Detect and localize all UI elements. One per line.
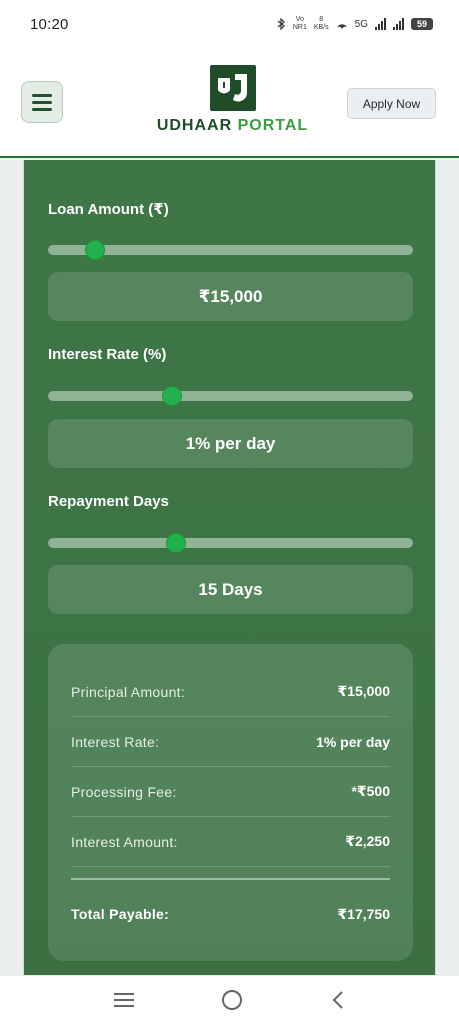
slider-thumb[interactable] <box>165 533 186 553</box>
bluetooth-icon <box>277 18 285 30</box>
hamburger-icon-bar <box>32 100 52 104</box>
summary-value: ₹15,000 <box>337 683 390 699</box>
signal-icon-2 <box>393 18 404 30</box>
logo-word-portal: PORTAL <box>237 117 309 134</box>
loan-amount-slider[interactable] <box>48 240 413 260</box>
status-bar: 10:20 Vo NR1 8 KB/s 5G 59 <box>0 0 459 48</box>
volte-indicator: Vo NR1 <box>292 16 307 31</box>
loan-calculator-panel: Loan Amount (₹) ₹15,000 Interest Rate (%… <box>23 160 436 975</box>
summary-label: Processing Fee: <box>71 783 177 800</box>
menu-button[interactable] <box>21 81 63 123</box>
repayment-days-label: Repayment Days <box>48 493 169 510</box>
logo-mark-icon <box>209 65 256 111</box>
interest-rate-label: Interest Rate (%) <box>48 346 167 363</box>
logo-word-udhaar: UDHAAR <box>156 117 233 134</box>
loan-amount-label: Loan Amount (₹) <box>48 201 169 218</box>
recent-apps-icon[interactable] <box>114 993 135 1007</box>
status-icons: Vo NR1 8 KB/s 5G 59 <box>277 16 433 32</box>
interest-rate-slider[interactable] <box>48 386 413 406</box>
summary-row-principal: Principal Amount: ₹15,000 <box>71 667 390 717</box>
home-icon[interactable] <box>222 990 243 1010</box>
total-label: Total Payable: <box>71 906 170 922</box>
back-icon[interactable] <box>331 990 345 1010</box>
summary-label: Interest Rate: <box>71 733 160 750</box>
signal-icon-1 <box>375 18 386 30</box>
summary-row-total: Total Payable: ₹17,750 <box>71 889 390 939</box>
summary-label: Principal Amount: <box>71 683 186 700</box>
hamburger-icon-bar <box>32 107 52 111</box>
summary-value: 1% per day <box>316 733 390 750</box>
loan-summary-card: Principal Amount: ₹15,000 Interest Rate:… <box>48 644 413 961</box>
logo[interactable]: UDHAAR PORTAL <box>150 65 315 137</box>
network-type: 5G <box>354 18 368 30</box>
apply-now-button[interactable]: Apply Now <box>347 88 436 119</box>
slider-thumb[interactable] <box>85 240 106 260</box>
network-speed: 8 KB/s <box>313 16 329 31</box>
total-value: ₹17,750 <box>337 905 390 922</box>
system-nav-bar <box>0 976 459 1024</box>
interest-rate-value: 1% per day <box>48 419 413 468</box>
summary-divider <box>71 878 390 880</box>
repayment-days-slider[interactable] <box>48 533 413 553</box>
logo-text: UDHAAR PORTAL <box>150 117 315 135</box>
summary-value: *₹500 <box>351 783 390 799</box>
slider-thumb[interactable] <box>162 386 183 406</box>
summary-row-interest-rate: Interest Rate: 1% per day <box>71 717 390 767</box>
battery-icon: 59 <box>411 18 433 30</box>
screen: 10:20 Vo NR1 8 KB/s 5G 59 UDHAAR PORTAL … <box>0 0 459 1024</box>
summary-row-interest-amount: Interest Amount: ₹2,250 <box>71 817 390 867</box>
app-header: UDHAAR PORTAL Apply Now <box>0 48 459 158</box>
hotspot-icon <box>337 24 347 29</box>
repayment-days-value: 15 Days <box>48 565 413 614</box>
summary-row-processing-fee: Processing Fee: *₹500 <box>71 767 390 817</box>
hamburger-icon-bar <box>32 93 52 97</box>
status-time: 10:20 <box>30 15 69 33</box>
loan-amount-value: ₹15,000 <box>48 272 413 321</box>
summary-label: Interest Amount: <box>71 833 178 850</box>
summary-value: ₹2,250 <box>345 833 390 849</box>
